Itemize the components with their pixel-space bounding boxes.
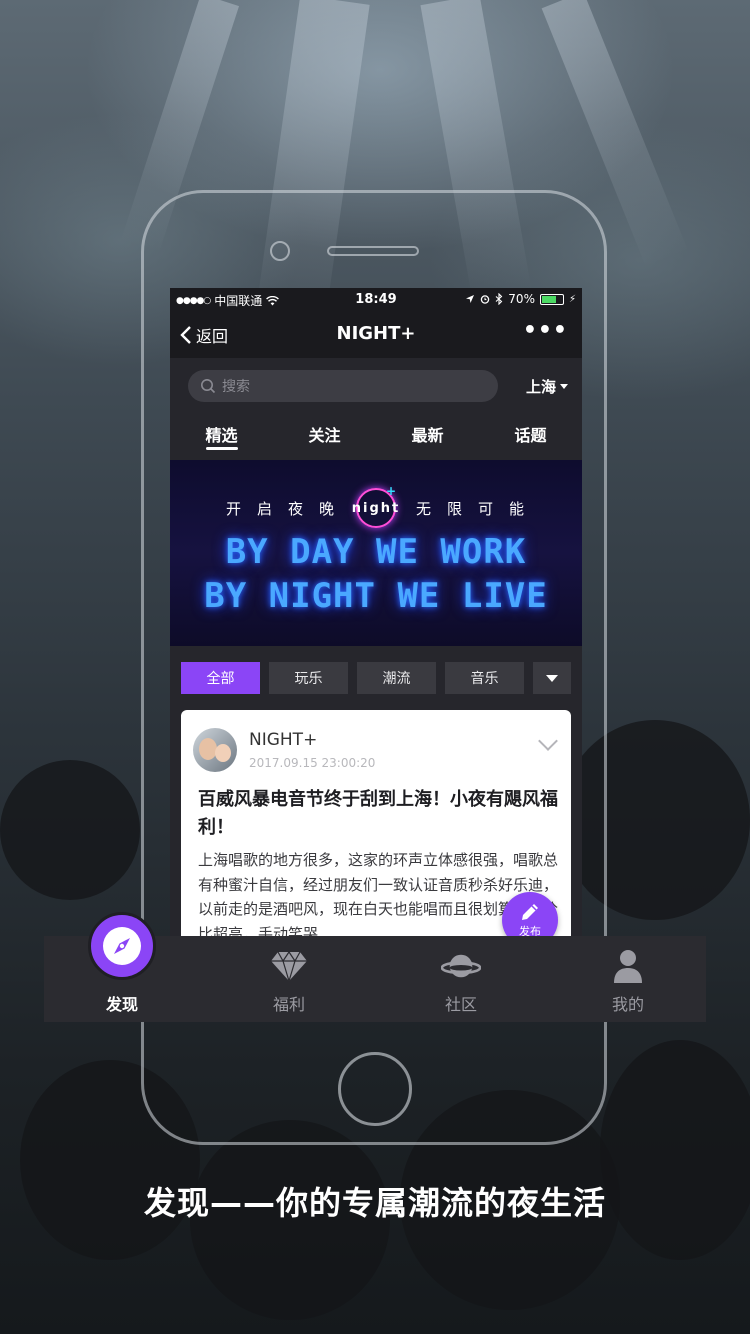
back-button[interactable]: 返回	[180, 323, 228, 347]
chip-all[interactable]: 全部	[181, 662, 260, 694]
banner-word: 限	[447, 499, 465, 518]
app-screen: ●●●●○ 中国联通 18:49 70% ⚡ 返回 NIGHT+ ••• 搜索 …	[170, 288, 582, 936]
chip-play[interactable]: 玩乐	[269, 662, 348, 694]
phone-speaker	[327, 246, 419, 256]
banner-word: 无	[416, 499, 434, 518]
promo-banner[interactable]: 开 启 夜 晚 night + 无 限 可 能 BY DAY WE WORK B…	[170, 460, 582, 646]
search-placeholder: 搜索	[222, 379, 250, 395]
feed-tabs: 精选 关注 最新 话题	[170, 414, 582, 458]
post-author[interactable]: NIGHT+	[249, 730, 317, 750]
banner-neon-line-2: BY NIGHT WE LIVE	[204, 576, 548, 616]
tab-discover-label: 发现	[105, 995, 138, 1014]
tab-benefits[interactable]: 福利	[234, 936, 344, 1022]
back-label: 返回	[196, 327, 229, 346]
banner-word: 夜	[287, 499, 305, 518]
tagline: 发现——你的专属潮流的夜生活	[143, 1184, 606, 1222]
person-icon	[608, 948, 648, 984]
night-logo-plus: +	[385, 484, 398, 498]
charging-icon: ⚡	[568, 293, 576, 305]
battery-level-fill	[541, 295, 556, 303]
search-input[interactable]: 搜索	[188, 370, 498, 402]
bluetooth-icon	[495, 293, 503, 305]
search-row: 搜索 上海	[170, 358, 582, 414]
banner-word: 能	[509, 499, 527, 518]
chevron-down-icon[interactable]	[538, 731, 558, 751]
chips-expand-button[interactable]	[533, 662, 571, 694]
tab-latest[interactable]: 最新	[376, 414, 479, 458]
category-chips: 全部 玩乐 潮流 音乐	[181, 662, 573, 694]
banner-word: 启	[256, 499, 274, 518]
status-bar: ●●●●○ 中国联通 18:49 70% ⚡	[170, 288, 582, 310]
chevron-left-icon	[180, 326, 191, 344]
phone-home-button	[338, 1052, 412, 1126]
banner-word: 可	[478, 499, 496, 518]
tab-mine-label: 我的	[611, 995, 644, 1014]
tab-community-label: 社区	[444, 995, 477, 1014]
diamond-icon	[269, 948, 309, 984]
night-logo: night +	[352, 484, 398, 528]
more-dots-icon[interactable]: •••	[523, 318, 568, 343]
navigation-bar: 返回 NIGHT+ •••	[170, 310, 582, 358]
battery-percent: 70%	[508, 292, 535, 306]
tab-featured[interactable]: 精选	[170, 414, 273, 458]
post-date: 2017.09.15 23:00:20	[249, 756, 376, 770]
page-title: NIGHT+	[336, 323, 416, 344]
compass-icon[interactable]	[88, 912, 156, 980]
location-icon	[466, 295, 475, 303]
tab-topics[interactable]: 话题	[479, 414, 582, 458]
tab-mine[interactable]: 我的	[573, 936, 683, 1022]
chip-trend[interactable]: 潮流	[357, 662, 436, 694]
tab-community[interactable]: 社区	[406, 936, 516, 1022]
chip-music[interactable]: 音乐	[445, 662, 524, 694]
tab-following[interactable]: 关注	[273, 414, 376, 458]
battery-icon	[539, 293, 564, 305]
publish-label: 发布	[519, 925, 541, 936]
night-logo-text: night	[351, 500, 401, 516]
planet-icon	[441, 948, 481, 984]
caret-down-icon	[546, 674, 558, 682]
avatar[interactable]	[193, 728, 237, 772]
phone-camera	[270, 241, 290, 261]
city-label: 上海	[525, 378, 556, 396]
banner-word: 晚	[318, 499, 336, 518]
banner-neon-line-1: BY DAY WE WORK	[225, 532, 527, 572]
alarm-icon	[481, 295, 490, 304]
city-selector[interactable]: 上海	[526, 376, 568, 397]
banner-word: 开	[225, 499, 243, 518]
search-icon	[201, 379, 216, 394]
tab-benefits-label: 福利	[272, 995, 305, 1014]
caret-down-icon	[560, 384, 568, 389]
post-title[interactable]: 百威风暴电音节终于刮到上海！小夜有飓风福利！	[198, 786, 558, 842]
pencil-icon	[522, 904, 538, 920]
banner-slogan: 开 启 夜 晚 night + 无 限 可 能	[170, 484, 582, 528]
